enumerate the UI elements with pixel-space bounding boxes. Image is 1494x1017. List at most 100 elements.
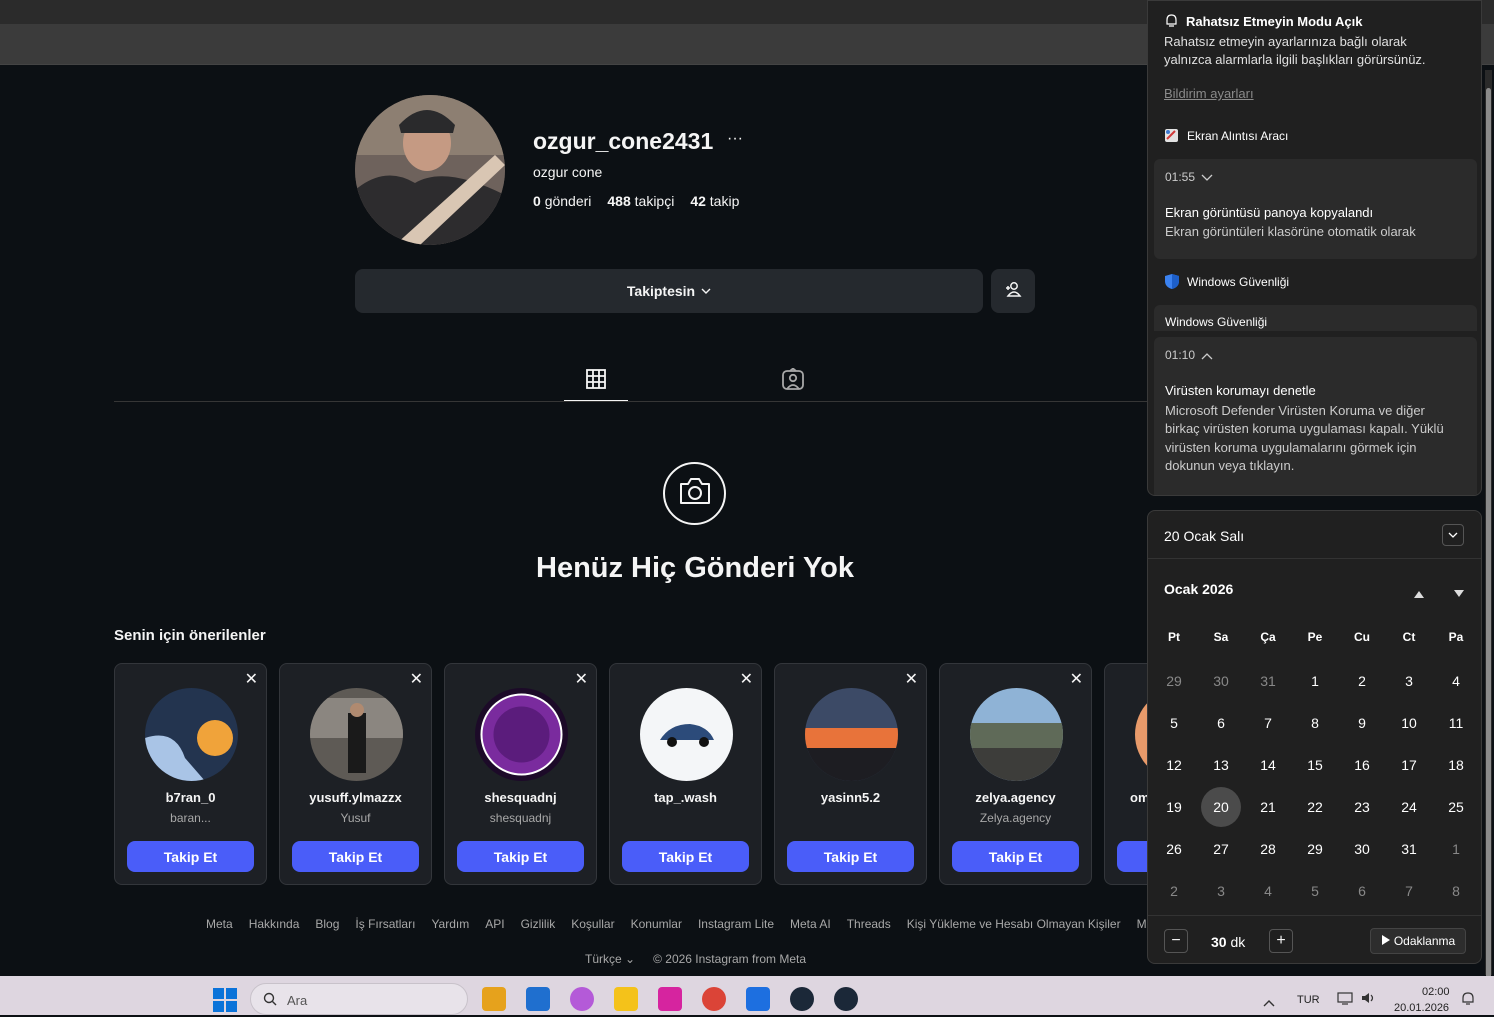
language-selector[interactable]: Türkçe ⌄: [585, 952, 635, 966]
close-icon[interactable]: ✕: [905, 672, 918, 688]
suggestion-avatar[interactable]: [475, 688, 568, 781]
calendar-day[interactable]: 3: [1201, 871, 1241, 911]
suggestion-username[interactable]: b7ran_0: [115, 790, 266, 805]
calendar-day[interactable]: 5: [1295, 871, 1335, 911]
collapse-calendar-button[interactable]: [1442, 524, 1464, 546]
steam-icon[interactable]: [834, 987, 858, 1011]
calendar-day[interactable]: 30: [1201, 661, 1241, 701]
file-explorer-icon[interactable]: [614, 987, 638, 1011]
suggestion-avatar[interactable]: [970, 688, 1063, 781]
tab-tagged[interactable]: [761, 364, 825, 402]
calendar-day[interactable]: 28: [1248, 829, 1288, 869]
calendar-day[interactable]: 18: [1436, 745, 1476, 785]
increase-time-button[interactable]: +: [1269, 929, 1293, 953]
scrollbar-thumb[interactable]: [1486, 88, 1491, 981]
start-focus-button[interactable]: Odaklanma: [1370, 928, 1466, 954]
suggestion-avatar[interactable]: [310, 688, 403, 781]
close-icon[interactable]: ✕: [245, 672, 258, 688]
scrollbar[interactable]: [1485, 70, 1492, 981]
roblox-icon[interactable]: [746, 987, 770, 1011]
footer-link[interactable]: Kişi Yükleme ve Hesabı Olmayan Kişiler: [907, 917, 1121, 931]
footer-link[interactable]: Blog: [315, 917, 339, 931]
clock-date[interactable]: 20.01.2026: [1394, 1002, 1449, 1014]
following-stat[interactable]: 42 takip: [690, 193, 739, 209]
calendar-day[interactable]: 15: [1295, 745, 1335, 785]
chevron-up-icon[interactable]: [1263, 994, 1275, 1012]
instagram-icon[interactable]: [658, 987, 682, 1011]
calendar-day[interactable]: 12: [1154, 745, 1194, 785]
suggest-users-button[interactable]: [991, 269, 1035, 313]
calendar-day[interactable]: 2: [1154, 871, 1194, 911]
footer-link[interactable]: API: [485, 917, 504, 931]
calendar-day[interactable]: 1: [1436, 829, 1476, 869]
decrease-time-button[interactable]: −: [1164, 929, 1188, 953]
network-icon[interactable]: [1337, 991, 1353, 1010]
footer-link[interactable]: Konumlar: [631, 917, 682, 931]
footer-link[interactable]: Yardım: [431, 917, 469, 931]
outlook-icon[interactable]: [526, 987, 550, 1011]
profile-avatar[interactable]: [355, 95, 505, 245]
suggestion-username[interactable]: yusuff.ylmazzx: [280, 790, 431, 805]
footer-link[interactable]: Threads: [847, 917, 891, 931]
footer-link[interactable]: İş Fırsatları: [355, 917, 415, 931]
calendar-day[interactable]: 4: [1436, 661, 1476, 701]
footer-link[interactable]: Gizlilik: [521, 917, 556, 931]
calendar-day[interactable]: 24: [1389, 787, 1429, 827]
follow-button[interactable]: Takip Et: [952, 841, 1079, 872]
chevron-up-icon[interactable]: [1201, 348, 1213, 366]
calendar-day[interactable]: 22: [1295, 787, 1335, 827]
calendar-day[interactable]: 7: [1389, 871, 1429, 911]
notification-card-snipping[interactable]: 01:55 Ekran görüntüsü panoya kopyalandı …: [1154, 159, 1477, 259]
calendar-day[interactable]: 6: [1201, 703, 1241, 743]
triangle-up-icon[interactable]: [1414, 585, 1424, 603]
calendar-day[interactable]: 10: [1389, 703, 1429, 743]
calendar-day[interactable]: 17: [1389, 745, 1429, 785]
suggestion-username[interactable]: tap_.wash: [610, 790, 761, 805]
calendar-day[interactable]: 7: [1248, 703, 1288, 743]
calendar-day[interactable]: 4: [1248, 871, 1288, 911]
calendar-day[interactable]: 16: [1342, 745, 1382, 785]
suggestion-username[interactable]: yasinn5.2: [775, 790, 926, 805]
steam-icon[interactable]: [790, 987, 814, 1011]
suggestion-username[interactable]: shesquadnj: [445, 790, 596, 805]
notification-bell-icon[interactable]: [1461, 991, 1475, 1011]
calendar-day[interactable]: 20: [1201, 787, 1241, 827]
calendar-day[interactable]: 14: [1248, 745, 1288, 785]
calendar-day[interactable]: 27: [1201, 829, 1241, 869]
close-icon[interactable]: ✕: [410, 672, 423, 688]
suggestion-avatar[interactable]: [805, 688, 898, 781]
suggestion-avatar[interactable]: [145, 688, 238, 781]
footer-link[interactable]: Hakkında: [249, 917, 300, 931]
calendar-day[interactable]: 26: [1154, 829, 1194, 869]
clock-time[interactable]: 02:00: [1422, 986, 1450, 998]
calendar-day[interactable]: 23: [1342, 787, 1382, 827]
notification-settings-link[interactable]: Bildirim ayarları: [1164, 86, 1254, 101]
calendar-day[interactable]: 29: [1295, 829, 1335, 869]
calendar-day[interactable]: 9: [1342, 703, 1382, 743]
calendar-day[interactable]: 31: [1389, 829, 1429, 869]
close-icon[interactable]: ✕: [1070, 672, 1083, 688]
calendar-day[interactable]: 2: [1342, 661, 1382, 701]
follow-button[interactable]: Takip Et: [787, 841, 914, 872]
calendar-day[interactable]: 8: [1436, 871, 1476, 911]
store-icon[interactable]: [482, 987, 506, 1011]
copilot-icon[interactable]: [570, 987, 594, 1011]
follow-button[interactable]: Takip Et: [127, 841, 254, 872]
calendar-day[interactable]: 11: [1436, 703, 1476, 743]
following-button[interactable]: Takiptesin: [355, 269, 983, 313]
calendar-day[interactable]: 1: [1295, 661, 1335, 701]
calendar-day[interactable]: 25: [1436, 787, 1476, 827]
chevron-down-icon[interactable]: [1201, 170, 1213, 188]
follow-button[interactable]: Takip Et: [457, 841, 584, 872]
calendar-day[interactable]: 8: [1295, 703, 1335, 743]
close-icon[interactable]: ✕: [740, 672, 753, 688]
calendar-day[interactable]: 5: [1154, 703, 1194, 743]
calendar-day[interactable]: 3: [1389, 661, 1429, 701]
follow-button[interactable]: [1117, 841, 1148, 872]
calendar-day[interactable]: 6: [1342, 871, 1382, 911]
footer-link[interactable]: Instagram Lite: [698, 917, 774, 931]
calendar-month[interactable]: Ocak 2026: [1164, 581, 1233, 597]
tab-posts-grid[interactable]: [564, 364, 628, 402]
calendar-day[interactable]: 30: [1342, 829, 1382, 869]
calendar-day[interactable]: 19: [1154, 787, 1194, 827]
